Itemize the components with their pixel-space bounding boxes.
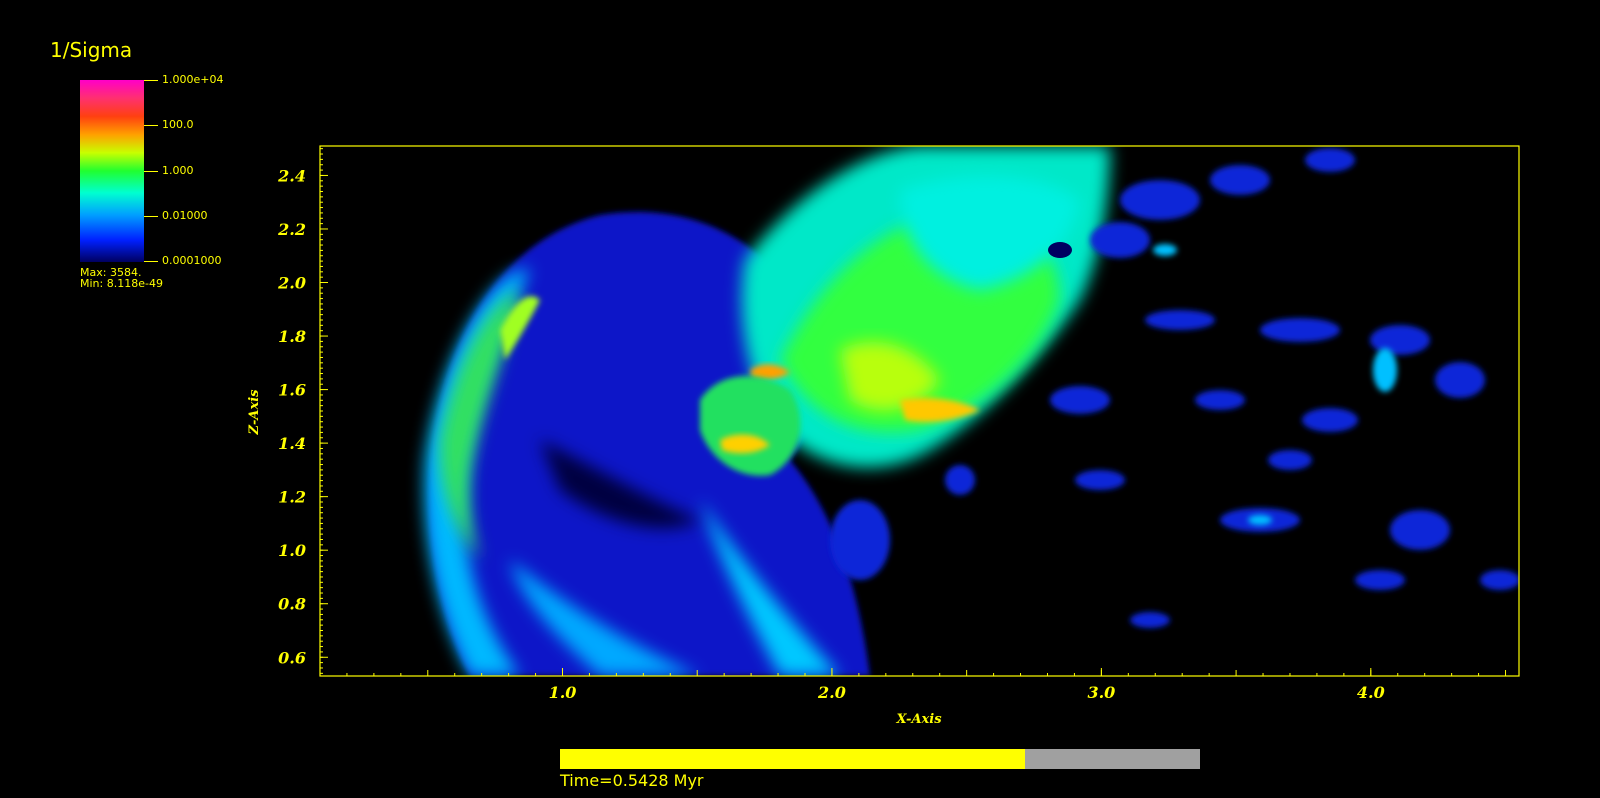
y-axis-label: Z-Axis [247, 389, 262, 436]
heatmap-plot: 1.0 2.0 3.0 4.0 0.6 0.8 1.0 1.2 1.4 1.6 1.8 2.0 2.2… [247, 145, 1520, 727]
y-tick-label: 1.6 [278, 381, 306, 400]
y-tick-label: 1.4 [278, 434, 306, 453]
x-tick-label: 3.0 [1087, 683, 1115, 702]
y-tick-label: 2.2 [277, 220, 306, 239]
x-tick-label: 1.0 [549, 683, 577, 702]
y-tick-label: 1.8 [278, 327, 306, 346]
density-field [424, 146, 1519, 676]
x-axis-label: X-Axis [895, 712, 942, 727]
time-progress-bar [560, 749, 1200, 769]
y-tick-label: 0.6 [278, 648, 306, 667]
time-label: Time=0.5428 Myr [560, 771, 704, 790]
x-tick-label: 4.0 [1357, 683, 1385, 702]
y-tick-label: 1.0 [278, 541, 306, 560]
x-tick-label: 2.0 [817, 683, 846, 702]
y-tick-label: 1.2 [278, 488, 306, 507]
y-tick-label: 0.8 [278, 595, 306, 614]
y-tick-label: 2.0 [277, 274, 306, 293]
y-tick-label: 2.4 [277, 166, 306, 185]
time-progress-fill [560, 749, 1026, 769]
